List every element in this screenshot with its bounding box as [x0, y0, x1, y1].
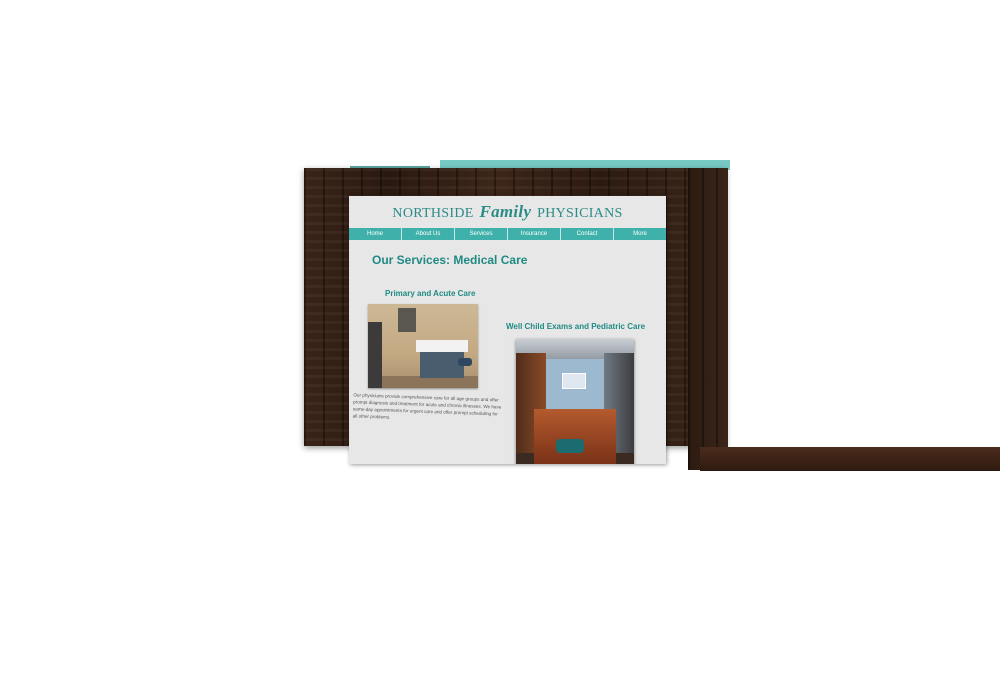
hallway-photo	[516, 339, 634, 464]
primary-care-description: Our physicians provide comprehensive car…	[352, 392, 502, 420]
photo-cabinet	[368, 322, 382, 388]
photo-wall-art	[562, 373, 586, 389]
brand-part-1: NORTHSIDE	[392, 206, 474, 221]
main-nav: Home About Us Services Insurance Contact…	[349, 228, 666, 240]
photo-wall-equipment	[398, 308, 416, 332]
page-title: Our Services: Medical Care	[372, 253, 528, 267]
nav-item-more[interactable]: More	[614, 228, 666, 240]
wood-plank-strip	[700, 447, 1000, 471]
photo-stool	[458, 358, 472, 366]
site-logo[interactable]: NORTHSIDE Family PHYSICIANS	[349, 202, 666, 222]
section-heading-primary-care: Primary and Acute Care	[385, 289, 476, 298]
nav-item-insurance[interactable]: Insurance	[508, 228, 561, 240]
brand-part-2: PHYSICIANS	[537, 206, 623, 221]
exam-room-photo	[368, 304, 478, 388]
wood-frame-right-edge	[688, 168, 728, 470]
nav-item-contact[interactable]: Contact	[561, 228, 614, 240]
section-heading-pediatric-care: Well Child Exams and Pediatric Care	[506, 322, 646, 331]
photo-exam-table-base	[420, 352, 464, 378]
nav-item-about-us[interactable]: About Us	[402, 228, 455, 240]
website-panel: NORTHSIDE Family PHYSICIANS Home About U…	[349, 196, 666, 464]
nav-item-home[interactable]: Home	[349, 228, 402, 240]
photo-exam-table-top	[416, 340, 468, 352]
photo-chair	[556, 439, 584, 453]
photo-floor	[534, 409, 616, 464]
brand-script: Family	[479, 202, 532, 221]
nav-item-services[interactable]: Services	[455, 228, 508, 240]
